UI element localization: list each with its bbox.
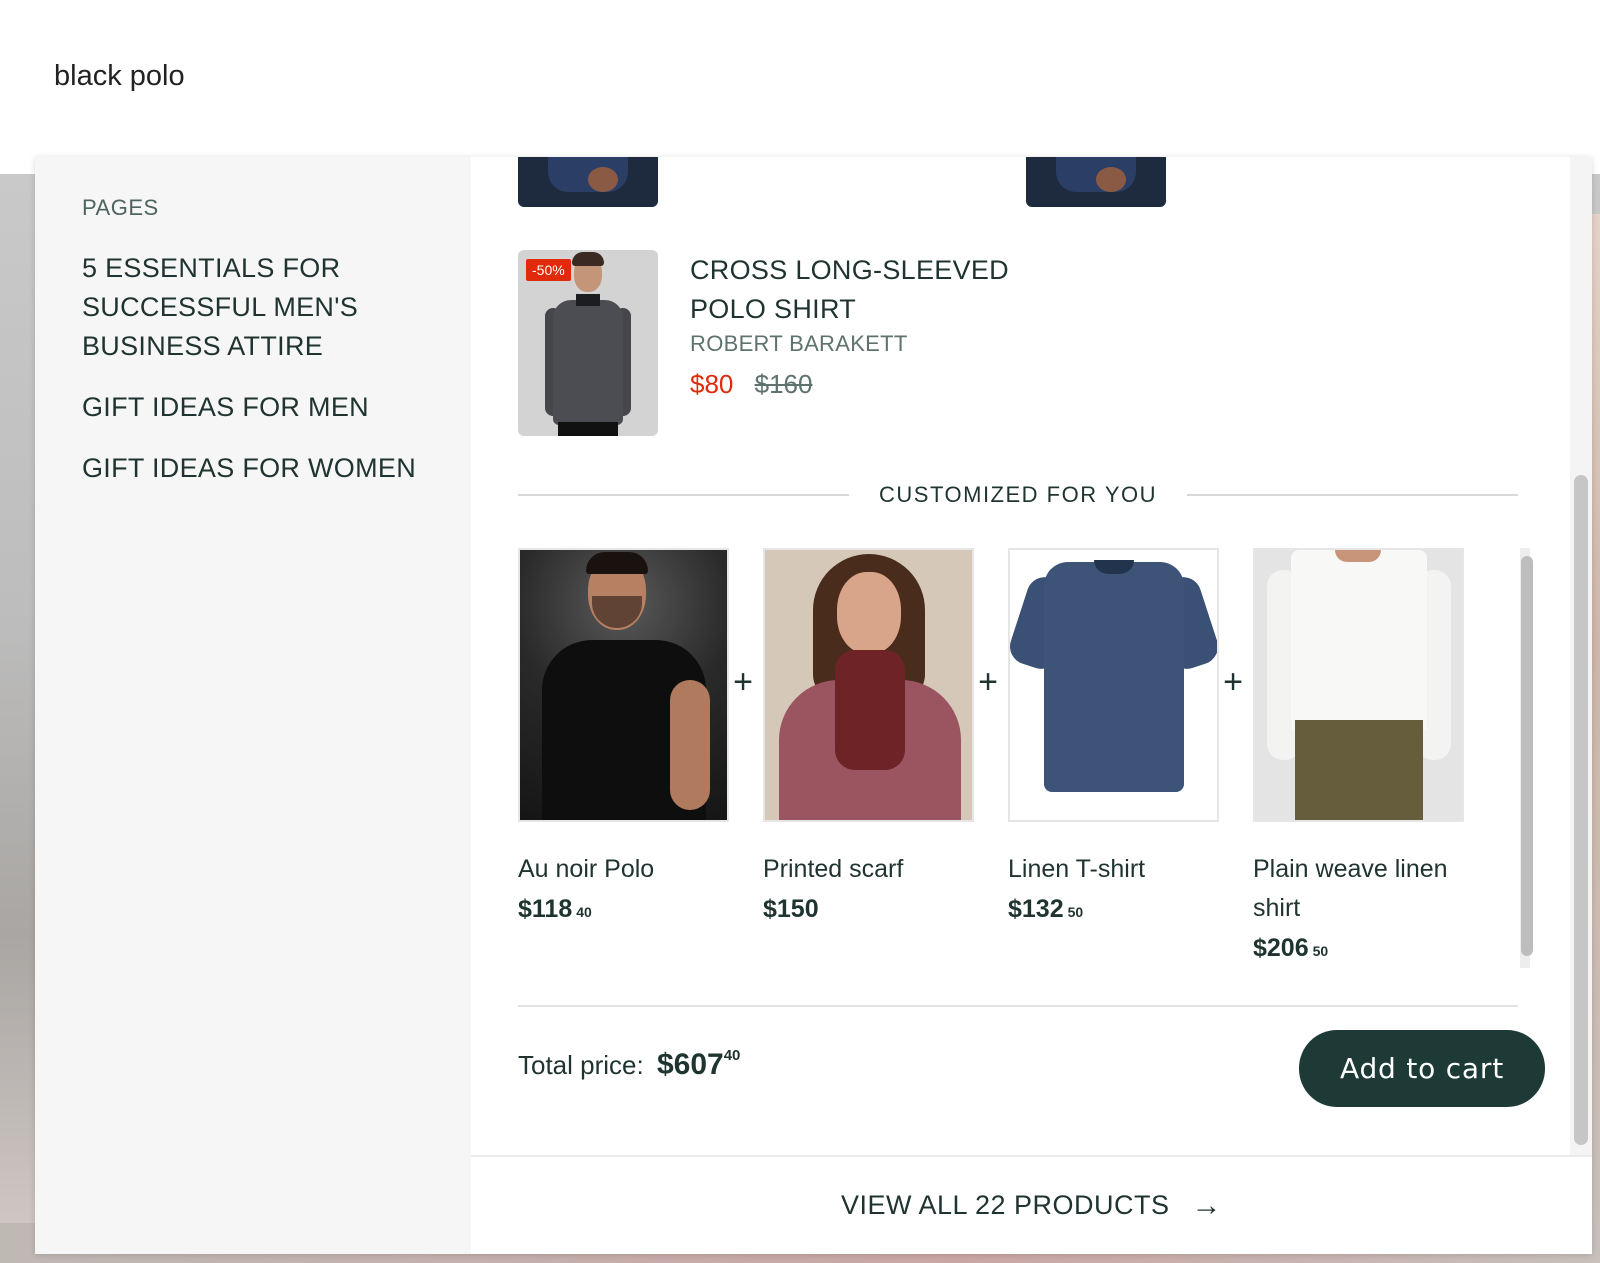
total-price-label: Total price: (518, 1050, 644, 1080)
results-scrollbar-thumb[interactable] (1574, 475, 1588, 1145)
results-scrollbar[interactable] (1570, 157, 1592, 1155)
bundle-item-price: $150 (763, 895, 819, 923)
search-results-dropdown: PAGES 5 ESSENTIALS FOR SUCCESSFUL MEN'S … (35, 157, 1592, 1254)
bundle-item-price: $132 50 (1008, 895, 1084, 923)
products-panel: -50% CROSS LONG-SLEEVED POLO SHIRT ROBER… (471, 157, 1592, 1254)
sale-price: $80 (690, 369, 734, 399)
search-input[interactable] (54, 56, 654, 96)
bundle-item-image[interactable] (1008, 548, 1219, 822)
bundle-item[interactable]: Plain weave linen shirt $206 50 (1253, 548, 1464, 963)
bundle-item-name[interactable]: Plain weave linen shirt (1253, 850, 1464, 928)
page-link-business-attire[interactable]: 5 ESSENTIALS FOR SUCCESSFUL MEN'S BUSINE… (82, 249, 425, 366)
pages-heading: PAGES (82, 195, 159, 220)
bundle-scrollbar[interactable] (1520, 548, 1533, 968)
view-all-products-link[interactable]: VIEW ALL 22 PRODUCTS → (471, 1155, 1592, 1254)
section-title: CUSTOMIZED FOR YOU (879, 482, 1157, 507)
product-thumbnail-partial[interactable] (518, 157, 658, 207)
bundle-item-name[interactable]: Linen T-shirt (1008, 850, 1219, 889)
discount-badge: -50% (526, 259, 571, 281)
bundle-item-price: $206 50 (1253, 934, 1329, 962)
products-scroll-area: -50% CROSS LONG-SLEEVED POLO SHIRT ROBER… (471, 157, 1572, 1155)
product-name[interactable]: CROSS LONG-SLEEVED POLO SHIRT (690, 251, 1009, 329)
plus-icon: + (1223, 663, 1243, 701)
bundle-item-image[interactable] (1253, 548, 1464, 822)
page-link-gift-ideas-women[interactable]: GIFT IDEAS FOR WOMEN (82, 449, 425, 488)
bundle-total-row: Total price: $60740 Add to cart (518, 1005, 1545, 1107)
add-to-cart-button[interactable]: Add to cart (1299, 1030, 1545, 1107)
plus-icon: + (733, 663, 753, 701)
customized-section-header: CUSTOMIZED FOR YOU (518, 480, 1519, 510)
total-price-value: $60740 (656, 1047, 741, 1081)
bundle-item[interactable]: Printed scarf $150 (763, 548, 974, 924)
bundle-item[interactable]: Au noir Polo $118 40 (518, 548, 729, 924)
bundle-item-price: $118 40 (518, 895, 592, 923)
bundle-item-image[interactable] (518, 548, 729, 822)
arrow-right-icon: → (1191, 1188, 1223, 1222)
bundle-item-name[interactable]: Printed scarf (763, 850, 974, 889)
search-bar (0, 0, 1600, 174)
product-image[interactable]: -50% (518, 250, 658, 436)
page-link-gift-ideas-men[interactable]: GIFT IDEAS FOR MEN (82, 388, 425, 427)
bundle-carousel: Au noir Polo $118 40 + Printed scarf $150… (518, 548, 1533, 968)
plus-icon: + (978, 663, 998, 701)
original-price: $160 (754, 369, 813, 399)
bundle-item-name[interactable]: Au noir Polo (518, 850, 729, 889)
product-thumbnail-partial[interactable] (1026, 157, 1166, 207)
pages-sidebar: PAGES 5 ESSENTIALS FOR SUCCESSFUL MEN'S … (35, 157, 471, 1254)
product-brand: ROBERT BARAKETT (690, 331, 908, 356)
bundle-item-image[interactable] (763, 548, 974, 822)
bundle-item[interactable]: Linen T-shirt $132 50 (1008, 548, 1219, 924)
product-result[interactable]: -50% CROSS LONG-SLEEVED POLO SHIRT ROBER… (518, 250, 1518, 436)
bundle-scrollbar-thumb[interactable] (1521, 556, 1533, 956)
